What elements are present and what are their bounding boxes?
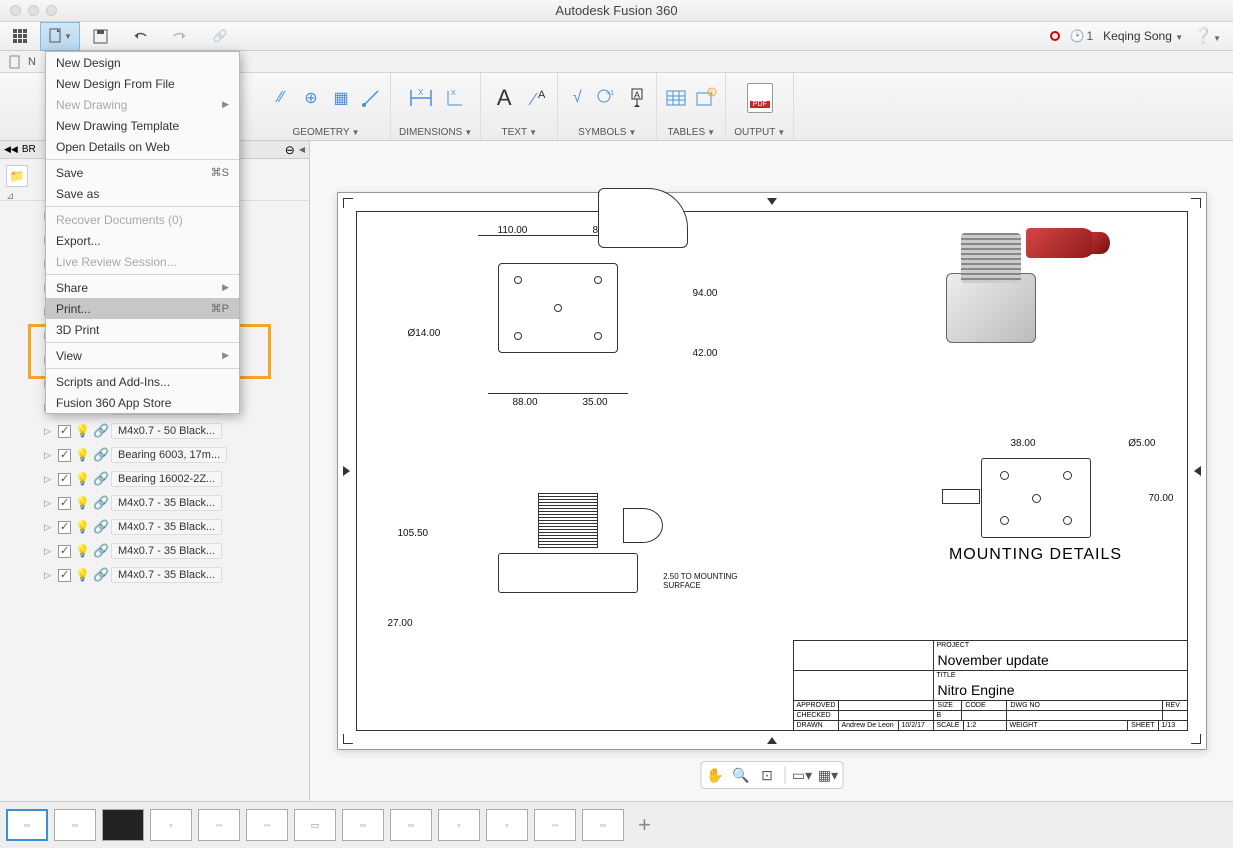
menu-item[interactable]: New Drawing Template xyxy=(46,115,239,136)
surface-icon[interactable]: √ xyxy=(566,83,588,113)
mounting-title: MOUNTING DETAILS xyxy=(926,546,1146,564)
ribbon-group-output: OUTPUT▼ xyxy=(726,73,794,140)
menu-item[interactable]: Scripts and Add-Ins... xyxy=(46,371,239,392)
tree-row[interactable]: ▷💡🔗Bearing 16002-2Z... xyxy=(0,467,309,491)
link-icon[interactable]: 🔗 xyxy=(200,22,240,51)
ribbon-group-geometry: ∕∕ ⊕ ▦ GEOMETRY▼ xyxy=(262,73,391,140)
isometric-view xyxy=(926,223,1146,353)
text-icon[interactable]: A xyxy=(489,83,519,113)
menu-item[interactable]: Fusion 360 App Store xyxy=(46,392,239,413)
drawing-canvas[interactable]: 110.00 82.00 94.00 42.00 Ø14.00 88.00 35… xyxy=(310,141,1233,801)
help-icon[interactable]: ❔▼ xyxy=(1193,26,1221,46)
pan-icon[interactable]: ✋ xyxy=(703,764,727,786)
svg-text:A: A xyxy=(634,90,640,100)
datum-id-icon[interactable]: A xyxy=(626,83,648,113)
tree-row[interactable]: ▷💡🔗Bearing 6003, 17m... xyxy=(0,443,309,467)
menu-item[interactable]: View▶ xyxy=(46,345,239,366)
window-titlebar: Autodesk Fusion 360 xyxy=(0,0,1233,22)
ribbon-group-tables: 1 TABLES▼ xyxy=(657,73,726,140)
sheet-thumb[interactable]: ◦◦ xyxy=(534,809,576,841)
tree-row[interactable]: ▷💡🔗M4x0.7 - 35 Black... xyxy=(0,539,309,563)
sheet-thumbnails: ▫▫ ▫▫ ▫ ◦◦ ◦◦ ▭ ▫▫ ▫▫ ▫ ▫ ◦◦ ▫▫ + xyxy=(0,801,1233,848)
svg-text:A: A xyxy=(538,89,546,101)
menu-item[interactable]: 3D Print xyxy=(46,319,239,340)
zoom-dot[interactable] xyxy=(46,5,57,16)
zoom-icon[interactable]: 🔍 xyxy=(729,764,753,786)
top-view: 110.00 82.00 94.00 42.00 Ø14.00 88.00 35… xyxy=(438,233,678,353)
sheet-thumb[interactable]: ◦◦ xyxy=(198,809,240,841)
front-view: 105.50 27.00 2.50 TO MOUNTING SURFACE xyxy=(398,483,688,603)
center-mark-icon[interactable]: ⊕ xyxy=(300,83,322,113)
line-icon[interactable]: ∕∕ xyxy=(270,83,292,113)
save-icon[interactable] xyxy=(80,22,120,51)
nav-toolbar: ✋ 🔍 ⊡ ▭▾ ▦▾ xyxy=(700,761,843,789)
ribbon-group-dimensions: X X DIMENSIONS▼ xyxy=(391,73,481,140)
display-icon[interactable]: ▭▾ xyxy=(790,764,814,786)
menu-item[interactable]: Share▶ xyxy=(46,277,239,298)
sheet-thumb[interactable]: ▫▫ xyxy=(390,809,432,841)
tree-row[interactable]: ▷💡🔗M4x0.7 - 50 Black... xyxy=(0,419,309,443)
undo-icon[interactable] xyxy=(120,22,160,51)
leader-text-icon[interactable]: A xyxy=(527,83,549,113)
traffic-lights xyxy=(0,5,57,16)
mounting-view: 38.00 Ø5.00 70.00 MOUNTING DETAILS xyxy=(926,443,1146,564)
svg-text:X: X xyxy=(418,88,424,97)
sheet-thumb[interactable]: ▫ xyxy=(150,809,192,841)
ribbon-group-symbols: √ +1 A SYMBOLS▼ xyxy=(558,73,657,140)
tree-row[interactable]: ▷💡🔗M4x0.7 - 35 Black... xyxy=(0,515,309,539)
data-panel-icon[interactable] xyxy=(0,22,40,51)
svg-text:+1: +1 xyxy=(606,90,614,97)
sheet-thumb[interactable]: ◦◦ xyxy=(246,809,288,841)
minimize-dot[interactable] xyxy=(28,5,39,16)
zoom-window-icon[interactable]: ⊡ xyxy=(755,764,779,786)
table-icon[interactable] xyxy=(665,83,687,113)
menu-item: New Drawing▶ xyxy=(46,94,239,115)
document-icon xyxy=(8,55,22,69)
recent-icon[interactable]: 🕑1 xyxy=(1070,29,1094,43)
ribbon-group-text: A A TEXT▼ xyxy=(481,73,558,140)
redo-icon[interactable] xyxy=(160,22,200,51)
user-menu[interactable]: Keqing Song ▼ xyxy=(1103,29,1183,43)
dimension-icon[interactable]: X xyxy=(406,83,436,113)
title-block: PROJECT November update TITLE Nitro Engi… xyxy=(793,640,1188,731)
drawing-sheet: 110.00 82.00 94.00 42.00 Ø14.00 88.00 35… xyxy=(337,192,1207,750)
menu-item[interactable]: Print...⌘P xyxy=(46,298,239,319)
sheet-thumb[interactable]: ▫▫ xyxy=(54,809,96,841)
menu-item[interactable]: Save⌘S xyxy=(46,162,239,183)
menu-item: Recover Documents (0) xyxy=(46,209,239,230)
quick-access-toolbar: ▼ 🔗 🕑1 Keqing Song ▼ ❔▼ xyxy=(0,22,1233,51)
tab-label[interactable]: N xyxy=(28,56,36,68)
menu-item[interactable]: Export... xyxy=(46,230,239,251)
menu-item[interactable]: New Design From File xyxy=(46,73,239,94)
menu-item[interactable]: New Design xyxy=(46,52,239,73)
record-icon[interactable] xyxy=(1050,31,1060,41)
file-menu-dropdown: New DesignNew Design From FileNew Drawin… xyxy=(45,51,240,414)
ordinate-icon[interactable]: X xyxy=(444,83,466,113)
menu-item[interactable]: Save as xyxy=(46,183,239,204)
file-menu-button[interactable]: ▼ xyxy=(40,22,80,51)
sheet-thumb[interactable]: ▭ xyxy=(294,809,336,841)
datum-target-icon[interactable]: +1 xyxy=(596,83,618,113)
sheet-thumb[interactable]: ▫ xyxy=(438,809,480,841)
edge-ext-icon[interactable] xyxy=(360,83,382,113)
svg-text:1: 1 xyxy=(710,90,714,97)
pdf-icon[interactable] xyxy=(745,83,775,113)
sheet-thumb[interactable]: ▫ xyxy=(486,809,528,841)
tree-row[interactable]: ▷💡🔗M4x0.7 - 35 Black... xyxy=(0,491,309,515)
tree-row[interactable]: ▷💡🔗M4x0.7 - 35 Black... xyxy=(0,563,309,587)
sheet-thumb[interactable]: ▫▫ xyxy=(6,809,48,841)
sheet-thumb[interactable]: ▫▫ xyxy=(342,809,384,841)
menu-item: Live Review Session... xyxy=(46,251,239,272)
svg-text:X: X xyxy=(451,90,456,97)
add-sheet-button[interactable]: + xyxy=(630,812,659,838)
menu-item[interactable]: Open Details on Web xyxy=(46,136,239,157)
balloon-table-icon[interactable]: 1 xyxy=(695,83,717,113)
grid-snap-icon[interactable]: ▦▾ xyxy=(816,764,840,786)
sheet-thumb[interactable] xyxy=(102,809,144,841)
sheet-thumb[interactable]: ▫▫ xyxy=(582,809,624,841)
close-dot[interactable] xyxy=(10,5,21,16)
center-pattern-icon[interactable]: ▦ xyxy=(330,83,352,113)
window-title: Autodesk Fusion 360 xyxy=(555,3,677,18)
folder-icon[interactable]: 📁 xyxy=(6,165,28,187)
